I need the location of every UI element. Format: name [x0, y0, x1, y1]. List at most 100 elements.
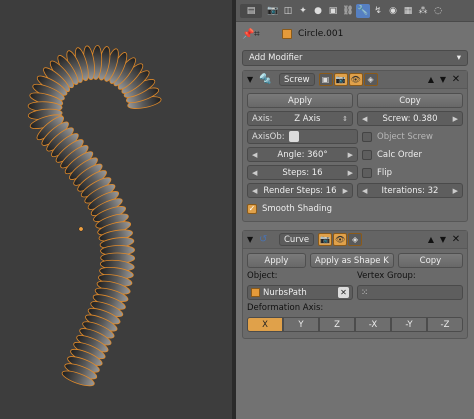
screw-value: 0.380: [413, 113, 438, 124]
smooth-shading-box[interactable]: ✓: [247, 203, 257, 214]
increment-icon[interactable]: ▶: [453, 115, 458, 123]
constraint-icon[interactable]: ⛓: [341, 4, 355, 18]
move-up-icon[interactable]: ▲: [425, 75, 437, 84]
world-icon[interactable]: ●: [311, 4, 325, 18]
collapse-triangle-icon[interactable]: ▼: [247, 235, 259, 244]
data-icon[interactable]: ↯: [371, 4, 385, 18]
render-steps-field[interactable]: ◀ Render Steps: 16 ▶: [247, 183, 353, 198]
clear-object-icon[interactable]: ✕: [338, 287, 349, 298]
smooth-shading-checkbox[interactable]: ✓ Smooth Shading: [247, 201, 463, 216]
decrement-icon[interactable]: ◀: [252, 151, 257, 159]
render-icon[interactable]: 📷: [266, 4, 280, 18]
axisob-field[interactable]: AxisOb:: [247, 129, 358, 144]
screw-modifier-icon: 🔩: [259, 74, 272, 85]
render-toggle-icon[interactable]: 📷: [318, 233, 333, 246]
vertex-group-field[interactable]: ⁙: [357, 285, 463, 300]
render-steps-label: Render Steps:: [263, 185, 324, 196]
material-icon[interactable]: ◉: [386, 4, 400, 18]
collapse-triangle-icon[interactable]: ▼: [247, 75, 259, 84]
screw-apply-button[interactable]: Apply: [247, 93, 353, 108]
increment-icon[interactable]: ▶: [348, 169, 353, 177]
object-screw-checkbox[interactable]: Object Screw: [362, 129, 463, 144]
deformation-axis-selector: X Y Z -X -Y -Z: [247, 317, 463, 332]
steps-field[interactable]: ◀ Steps: 16 ▶: [247, 165, 358, 180]
increment-icon[interactable]: ▶: [343, 187, 348, 195]
axis-x-button[interactable]: X: [247, 317, 283, 332]
editor-type-icon[interactable]: ▤: [240, 3, 262, 18]
object-origin-dot: [78, 226, 84, 232]
axis-z-button[interactable]: Z: [319, 317, 355, 332]
pin-icon[interactable]: 📌: [242, 29, 254, 40]
iterations-field[interactable]: ◀ Iterations: 32 ▶: [357, 183, 463, 198]
spring-mesh[interactable]: [0, 0, 232, 419]
editmode-toggle-icon[interactable]: ◈: [363, 73, 378, 86]
screw-modifier-panel: ▼ 🔩 Screw ▣ 📷 👁 ◈ ▲ ▼ ✕ Apply Copy Axis:…: [242, 70, 468, 222]
move-up-icon[interactable]: ▲: [425, 235, 437, 244]
axis-value: Z Axis: [294, 113, 321, 124]
object-name: Circle.001: [298, 29, 344, 39]
axis-field[interactable]: Axis: Z Axis ⇕: [247, 111, 353, 126]
flip-box[interactable]: [362, 167, 372, 178]
object-screw-label: Object Screw: [377, 131, 433, 142]
curve-apply-button[interactable]: Apply: [247, 253, 306, 268]
scene-icon[interactable]: ✦: [296, 4, 310, 18]
curve-modifier-name[interactable]: Curve: [279, 233, 315, 246]
viewport-toggle-icon[interactable]: 👁: [348, 73, 363, 86]
render-toggle-icon[interactable]: 📷: [333, 73, 348, 86]
axis-neg-z-button[interactable]: -Z: [427, 317, 463, 332]
deformation-axis-label: Deformation Axis:: [247, 303, 324, 313]
remove-modifier-icon[interactable]: ✕: [449, 234, 463, 245]
decrement-icon[interactable]: ◀: [362, 187, 367, 195]
viewport-toggle-icon[interactable]: 👁: [333, 233, 348, 246]
screw-modifier-header: ▼ 🔩 Screw ▣ 📷 👁 ◈ ▲ ▼ ✕: [243, 71, 467, 89]
axis-neg-y-button[interactable]: -Y: [391, 317, 427, 332]
decrement-icon[interactable]: ◀: [362, 115, 367, 123]
object-screw-box[interactable]: [362, 131, 372, 142]
add-modifier-label: Add Modifier: [249, 53, 303, 63]
screw-field[interactable]: ◀ Screw: 0.380 ▶: [357, 111, 463, 126]
apply-as-shape-button[interactable]: Apply as Shape K: [309, 253, 394, 268]
steps-value: 16: [311, 167, 323, 178]
curve-copy-button[interactable]: Copy: [397, 253, 463, 268]
calc-order-box[interactable]: [362, 149, 372, 160]
calc-order-label: Calc Order: [377, 149, 423, 160]
editmode-toggle-icon[interactable]: ◈: [348, 233, 363, 246]
flip-checkbox[interactable]: Flip: [362, 165, 463, 180]
spring-coils[interactable]: [27, 45, 162, 389]
steps-label: Steps:: [282, 167, 310, 178]
physics-icon[interactable]: ◌: [431, 4, 445, 18]
increment-icon[interactable]: ▶: [453, 187, 458, 195]
add-modifier-dropdown[interactable]: Add Modifier ▾: [242, 50, 468, 66]
screw-copy-button[interactable]: Copy: [357, 93, 463, 108]
modifier-icon[interactable]: 🔧: [356, 3, 370, 18]
remove-modifier-icon[interactable]: ✕: [449, 74, 463, 85]
increment-icon[interactable]: ▶: [348, 151, 353, 159]
properties-panel: ▤ 📷 ◫ ✦ ● ▣ ⛓ 🔧 ↯ ◉ ▦ ⁂ ◌ 📌 ⌗ Circle.001…: [236, 0, 474, 419]
angle-field[interactable]: ◀ Angle: 360° ▶: [247, 147, 358, 162]
screw-modifier-name[interactable]: Screw: [279, 73, 315, 86]
object-icon[interactable]: ▣: [326, 4, 340, 18]
object-breadcrumb: 📌 ⌗ Circle.001: [236, 22, 474, 46]
flip-label: Flip: [377, 167, 393, 178]
axis-y-button[interactable]: Y: [283, 317, 319, 332]
object-data-icon: [282, 29, 292, 39]
angle-value: 360°: [307, 149, 328, 160]
editmode-cage-icon[interactable]: ▣: [318, 73, 333, 86]
decrement-icon[interactable]: ◀: [252, 187, 257, 195]
move-down-icon[interactable]: ▼: [437, 75, 449, 84]
texture-icon[interactable]: ▦: [401, 4, 415, 18]
axisob-label: AxisOb:: [252, 131, 285, 142]
object-picker-icon[interactable]: [288, 131, 299, 142]
curve-modifier-icon: ↺: [259, 234, 268, 245]
curve-object-field[interactable]: NurbsPath ✕: [247, 285, 353, 300]
axis-neg-x-button[interactable]: -X: [355, 317, 391, 332]
particles-icon[interactable]: ⁂: [416, 4, 430, 18]
curve-object-icon: [251, 288, 260, 297]
axis-label: Axis:: [252, 113, 273, 124]
calc-order-checkbox[interactable]: Calc Order: [362, 147, 463, 162]
decrement-icon[interactable]: ◀: [252, 169, 257, 177]
curve-object-value: NurbsPath: [263, 287, 307, 298]
move-down-icon[interactable]: ▼: [437, 235, 449, 244]
3d-viewport[interactable]: [0, 0, 232, 419]
layers-icon[interactable]: ◫: [281, 4, 295, 18]
